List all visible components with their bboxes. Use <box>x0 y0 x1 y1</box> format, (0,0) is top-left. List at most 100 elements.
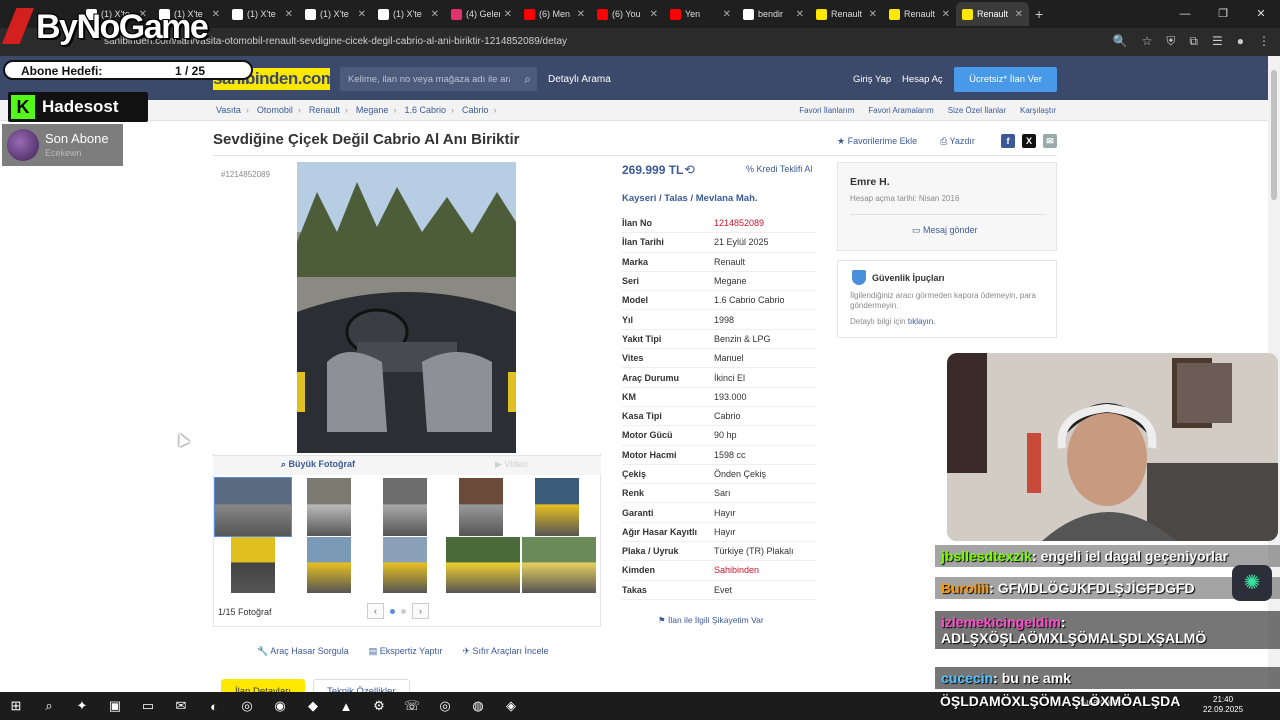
breadcrumb-item[interactable]: Megane <box>356 105 389 115</box>
profile-icon[interactable]: ● <box>1237 34 1244 49</box>
shield-extension-icon[interactable]: ⛨ <box>1166 34 1175 49</box>
big-photo-button[interactable]: ⌕ Büyük Fotoğraf <box>281 459 355 470</box>
chrome-2-icon[interactable]: ◎ <box>433 695 457 717</box>
browser-tab[interactable]: (6) Men ✕ <box>518 2 591 26</box>
restore-icon[interactable]: ❐ <box>1204 0 1242 28</box>
breadcrumb-link[interactable]: Favori İlanlarım <box>799 106 854 115</box>
bottom-link[interactable]: ▤ Ekspertiz Yaptır <box>369 646 443 657</box>
breadcrumb-item[interactable]: Vasıta <box>216 105 241 115</box>
tab-close-icon[interactable]: ✕ <box>723 9 731 20</box>
photo-thumbnail[interactable] <box>383 478 427 536</box>
app-icon[interactable]: ◆ <box>301 695 325 717</box>
favorite-link[interactable]: ★ Favorilerime Ekle <box>837 136 917 147</box>
chatbot-icon[interactable]: ✺ <box>1232 565 1272 601</box>
breadcrumb-item[interactable]: Renault <box>309 105 340 115</box>
prev-page-button[interactable]: ‹ <box>367 603 384 619</box>
pager-dot[interactable] <box>401 608 406 614</box>
extensions-icon[interactable]: ⧉ <box>1189 34 1198 49</box>
location-link[interactable]: Kayseri / Talas / Mevlana Mah. <box>622 193 758 204</box>
x-share-icon[interactable]: X <box>1022 134 1036 148</box>
scroll-thumb[interactable] <box>1271 70 1277 200</box>
edge-icon[interactable]: ◐ <box>202 695 226 717</box>
obs-icon[interactable]: ◍ <box>466 695 490 717</box>
tab-close-icon[interactable]: ✕ <box>869 9 877 20</box>
tab-close-icon[interactable]: ✕ <box>650 9 658 20</box>
breadcrumb-link[interactable]: Favori Aramalarım <box>868 106 933 115</box>
tab-close-icon[interactable]: ✕ <box>431 9 439 20</box>
browser-tab[interactable]: Renault ✕ <box>810 2 883 26</box>
store-icon[interactable]: ▣ <box>103 695 127 717</box>
mail-icon[interactable]: ✉ <box>1043 134 1057 148</box>
menu-icon[interactable]: ⋮ <box>1258 34 1270 49</box>
credit-offer-link[interactable]: % Kredi Teklifi Al <box>746 164 812 174</box>
close-window-icon[interactable]: ✕ <box>1242 0 1280 28</box>
photo-thumbnail[interactable] <box>522 537 596 593</box>
next-page-button[interactable]: › <box>412 603 429 619</box>
breadcrumb-item[interactable]: Otomobil <box>257 105 293 115</box>
tab-close-icon[interactable]: ✕ <box>577 9 585 20</box>
tab-close-icon[interactable]: ✕ <box>504 9 512 20</box>
steam-icon[interactable]: ⚙ <box>367 695 391 717</box>
clock[interactable]: 21:40 22.09.2025 <box>1203 695 1243 715</box>
copilot-icon[interactable]: ✦ <box>70 695 94 717</box>
file-explorer-icon[interactable]: ▭ <box>136 695 160 717</box>
bottom-link[interactable]: 🔧 Araç Hasar Sorgula <box>257 646 349 657</box>
detailed-search-link[interactable]: Detaylı Arama <box>548 74 611 85</box>
browser-tab[interactable]: (6) You ✕ <box>591 2 664 26</box>
zoom-icon[interactable]: 🔍 <box>1113 34 1128 49</box>
print-link[interactable]: ⎙ Yazdır <box>940 136 975 147</box>
bluestacks-icon[interactable]: ◈ <box>499 695 523 717</box>
browser-tab[interactable]: Yen ✕ <box>664 2 737 26</box>
browser-tab[interactable]: bendir ✕ <box>737 2 810 26</box>
seller-name[interactable]: Emre H. <box>850 176 890 188</box>
browser-tab[interactable]: (1) X'te ✕ <box>299 2 372 26</box>
video-button[interactable]: ▶ Video <box>495 459 527 470</box>
browser-tab[interactable]: (1) X'te ✕ <box>226 2 299 26</box>
browser-tab[interactable]: Renault ✕ <box>956 2 1029 26</box>
breadcrumb-item[interactable]: Cabrio <box>462 105 489 115</box>
search-input[interactable] <box>340 67 510 91</box>
breadcrumb-link[interactable]: Karşılaştır <box>1020 106 1056 115</box>
tab-close-icon[interactable]: ✕ <box>358 9 366 20</box>
photo-thumbnail[interactable] <box>383 537 427 593</box>
pager-dot[interactable] <box>390 608 395 614</box>
price-history-icon[interactable]: ⟲ <box>684 162 695 178</box>
photo-thumbnail[interactable] <box>446 537 520 593</box>
browser-tab[interactable]: (1) X'te ✕ <box>372 2 445 26</box>
complaint-link[interactable]: ⚑ İlan ile İlgili Şikayetim Var <box>658 615 764 626</box>
search-icon[interactable]: ⌕ <box>524 72 531 87</box>
photo-thumbnail[interactable] <box>459 478 503 536</box>
signup-link[interactable]: Hesap Aç <box>902 74 943 85</box>
breadcrumb-link[interactable]: Size Özel İlanlar <box>948 106 1006 115</box>
photo-thumbnail[interactable] <box>231 537 275 593</box>
tab-close-icon[interactable]: ✕ <box>796 9 804 20</box>
browser-tab[interactable]: (4) Gelen ✕ <box>445 2 518 26</box>
browser-tab[interactable]: Renault ✕ <box>883 2 956 26</box>
post-ad-button[interactable]: Ücretsiz* İlan Ver <box>954 67 1057 92</box>
media-icon[interactable]: ▲ <box>334 695 358 717</box>
new-tab-icon[interactable]: + <box>1035 6 1043 22</box>
photo-thumbnail[interactable] <box>214 477 292 537</box>
whatsapp-icon[interactable]: ☏ <box>400 695 424 717</box>
tab-close-icon[interactable]: ✕ <box>1015 9 1023 20</box>
tab-close-icon[interactable]: ✕ <box>942 9 950 20</box>
tab-close-icon[interactable]: ✕ <box>285 9 293 20</box>
safety-more-link[interactable]: tıklayın. <box>908 317 936 326</box>
search-taskbar-icon[interactable]: ⌕ <box>37 695 61 717</box>
bottom-link[interactable]: ✈ Sıfır Araçları İncele <box>462 646 548 657</box>
send-message-button[interactable]: ▭ Mesaj gönder <box>912 225 978 236</box>
main-photo[interactable] <box>297 162 516 453</box>
minimize-icon[interactable]: — <box>1166 0 1204 28</box>
breadcrumb-item[interactable]: 1.6 Cabrio <box>404 105 446 115</box>
discord-icon[interactable]: ◉ <box>268 695 292 717</box>
chrome-icon[interactable]: ◎ <box>235 695 259 717</box>
login-link[interactable]: Giriş Yap <box>853 74 891 85</box>
reading-list-icon[interactable]: ☰ <box>1212 34 1223 49</box>
facebook-icon[interactable]: f <box>1001 134 1015 148</box>
start-icon[interactable]: ⊞ <box>4 695 28 717</box>
photo-thumbnail[interactable] <box>307 537 351 593</box>
bookmark-star-icon[interactable]: ☆ <box>1142 34 1153 49</box>
photo-thumbnail[interactable] <box>535 478 579 536</box>
outlook-icon[interactable]: ✉ <box>169 695 193 717</box>
photo-thumbnail[interactable] <box>307 478 351 536</box>
